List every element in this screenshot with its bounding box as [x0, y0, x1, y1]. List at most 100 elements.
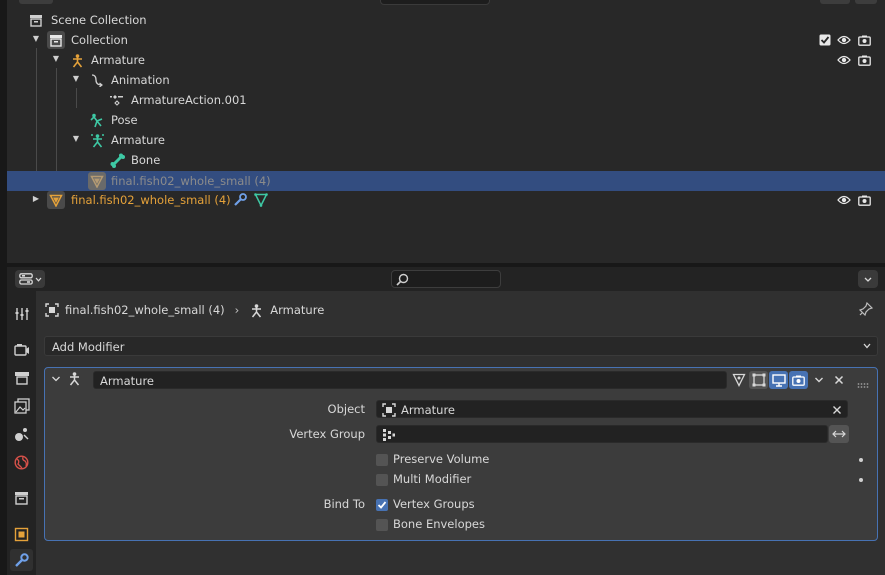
expand-arrow-icon[interactable]: ▼: [71, 134, 81, 144]
outliner-row-armature-object[interactable]: ▼ Armature: [7, 50, 885, 70]
on-cage-toggle[interactable]: [729, 371, 748, 389]
outliner-filter-button[interactable]: [855, 0, 877, 4]
modifier-extras-dropdown[interactable]: [809, 371, 828, 389]
add-modifier-dropdown[interactable]: Add Modifier: [44, 336, 878, 356]
breadcrumb: final.fish02_whole_small (4) › Armature: [45, 299, 324, 321]
tab-world[interactable]: [10, 451, 33, 473]
properties-search-input[interactable]: [391, 270, 501, 288]
object-icon: [382, 403, 396, 417]
object-field-label: Object: [327, 402, 365, 416]
animation-icon: [89, 72, 105, 88]
checkmark-icon: [377, 501, 387, 509]
expand-arrow-icon[interactable]: ▼: [51, 54, 61, 64]
multi-modifier-checkbox[interactable]: [376, 474, 388, 486]
tab-object[interactable]: [10, 523, 33, 545]
vertex-group-field[interactable]: [376, 425, 828, 443]
outliner-row-action[interactable]: ArmatureAction.001: [7, 90, 885, 110]
tab-modifiers[interactable]: [10, 549, 33, 571]
mesh-vertices-icon: [731, 373, 746, 387]
outliner-editor: Scene Collection ▼ Collection ▼ Armature: [7, 0, 885, 263]
breadcrumb-modifier: Armature: [270, 303, 325, 317]
camera-icon[interactable]: [856, 192, 872, 208]
animate-property-icon[interactable]: [859, 478, 863, 482]
bind-to-label: Bind To: [323, 497, 365, 511]
camera-icon[interactable]: [856, 32, 872, 48]
bone-envelopes-checkbox[interactable]: [376, 519, 388, 531]
collection-tab-icon: [15, 492, 28, 505]
object-icon: [45, 303, 59, 317]
wrench-icon[interactable]: [232, 192, 248, 208]
editor-type-button[interactable]: [15, 270, 45, 288]
mesh-object-label: final.fish02_whole_small (4): [71, 193, 231, 207]
scene-icon: [14, 428, 28, 441]
multi-modifier-label: Multi Modifier: [393, 472, 472, 486]
remove-modifier-button[interactable]: [829, 371, 848, 389]
outliner-row-scene-collection[interactable]: Scene Collection: [7, 10, 885, 30]
invert-vertex-group-button[interactable]: [829, 425, 849, 443]
outliner-row-pose[interactable]: Pose: [7, 110, 885, 130]
render-toggle[interactable]: [789, 371, 808, 389]
view-layer-icon: [13, 398, 30, 414]
eye-icon[interactable]: [836, 192, 852, 208]
armature-modifier-icon: [67, 371, 82, 389]
eye-icon[interactable]: [836, 52, 852, 68]
armature-modifier-panel: Armature Object Armature Vertex Group Pr…: [44, 367, 878, 541]
outliner-row-bone[interactable]: Bone: [7, 150, 885, 170]
outliner-row-child-mesh[interactable]: final.fish02_whole_small (4): [7, 171, 885, 191]
preserve-volume-label: Preserve Volume: [393, 452, 490, 466]
vertex-groups-checkbox[interactable]: [376, 499, 388, 511]
action-icon: [109, 92, 125, 108]
object-field[interactable]: Armature: [376, 400, 848, 418]
close-icon: [834, 375, 843, 385]
clear-field-icon[interactable]: [832, 404, 842, 418]
modifier-name-input[interactable]: Armature: [93, 371, 727, 389]
vertex-group-icon: [383, 429, 395, 441]
bone-label: Bone: [131, 153, 161, 167]
animate-property-icon[interactable]: [859, 458, 863, 462]
chevron-down-icon: [864, 277, 872, 282]
outliner-row-collection[interactable]: ▼ Collection: [7, 30, 885, 50]
monitor-icon: [771, 373, 786, 387]
armature-modifier-icon: [252, 303, 262, 317]
tab-collection[interactable]: [10, 487, 33, 509]
pin-icon[interactable]: [858, 301, 874, 319]
expand-arrow-icon[interactable]: ▶: [31, 194, 41, 204]
tab-scene[interactable]: [10, 423, 33, 445]
add-modifier-label: Add Modifier: [52, 340, 125, 354]
breadcrumb-separator-icon: ›: [234, 303, 240, 317]
drag-handle-icon[interactable]: [857, 377, 869, 391]
armature-object-icon: [69, 52, 85, 68]
properties-tabs: [7, 291, 36, 575]
outliner-search-input[interactable]: [380, 0, 490, 5]
tab-output[interactable]: [10, 367, 33, 389]
object-field-value: Armature: [401, 403, 455, 417]
tab-view-layer[interactable]: [10, 395, 33, 417]
eye-icon[interactable]: [836, 32, 852, 48]
exclude-checkbox-icon[interactable]: [817, 32, 833, 48]
action-label: ArmatureAction.001: [131, 93, 247, 107]
outliner-row-animation[interactable]: ▼ Animation: [7, 70, 885, 90]
mesh-data-icon[interactable]: [253, 192, 269, 208]
camera-icon[interactable]: [856, 52, 872, 68]
collection-label: Collection: [71, 33, 128, 47]
properties-options-button[interactable]: [858, 270, 878, 288]
expand-arrow-icon[interactable]: ▼: [31, 34, 41, 44]
tab-tool[interactable]: [10, 303, 33, 325]
outliner-new-collection-button[interactable]: [820, 0, 850, 4]
edit-mode-toggle[interactable]: [749, 371, 768, 389]
render-icon: [13, 344, 29, 356]
outliner-row-armature-data[interactable]: ▼ Armature: [7, 130, 885, 150]
viewport-display-toggle[interactable]: [769, 371, 788, 389]
tool-icon: [15, 308, 28, 320]
collapse-chevron-icon[interactable]: [51, 373, 61, 387]
preserve-volume-checkbox[interactable]: [376, 454, 388, 466]
output-icon: [14, 372, 29, 385]
outliner-row-mesh-object[interactable]: ▶ final.fish02_whole_small (4): [7, 190, 885, 210]
arrow-left-right-icon: [832, 430, 846, 438]
outliner-display-mode-button[interactable]: [19, 0, 53, 4]
bone-envelopes-label: Bone Envelopes: [393, 517, 485, 531]
animation-label: Animation: [111, 73, 170, 87]
expand-arrow-icon[interactable]: ▼: [71, 74, 81, 84]
scene-collection-label: Scene Collection: [51, 13, 147, 27]
tab-render[interactable]: [10, 339, 33, 361]
